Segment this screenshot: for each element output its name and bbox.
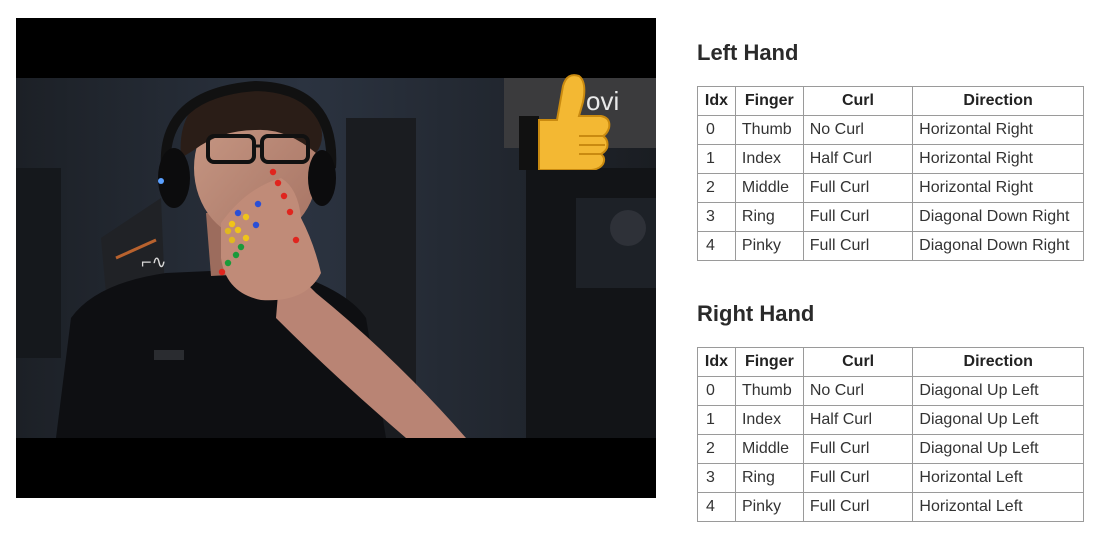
table-header-row: Idx Finger Curl Direction bbox=[697, 347, 1084, 377]
table-header-row: Idx Finger Curl Direction bbox=[697, 86, 1084, 116]
cell-finger: Thumb bbox=[734, 376, 804, 406]
cell-curl: Full Curl bbox=[802, 173, 914, 203]
cell-finger: Middle bbox=[734, 173, 804, 203]
cell-curl: Half Curl bbox=[802, 405, 914, 435]
cell-idx: 2 bbox=[697, 434, 736, 464]
cell-idx: 1 bbox=[697, 405, 736, 435]
cell-curl: Full Curl bbox=[802, 231, 914, 261]
cell-idx: 1 bbox=[697, 144, 736, 174]
cell-finger: Pinky bbox=[734, 492, 804, 522]
cell-idx: 2 bbox=[697, 173, 736, 203]
cell-finger: Middle bbox=[734, 434, 804, 464]
cell-direction: Horizontal Right bbox=[912, 144, 1084, 174]
column-header-direction: Direction bbox=[912, 347, 1084, 377]
column-header-finger: Finger bbox=[734, 347, 804, 377]
cell-direction: Horizontal Left bbox=[912, 463, 1084, 493]
cell-direction: Horizontal Right bbox=[912, 115, 1084, 145]
cell-finger: Index bbox=[734, 144, 804, 174]
cell-direction: Horizontal Right bbox=[912, 173, 1084, 203]
table-row: 3 Ring Full Curl Horizontal Left bbox=[697, 463, 1084, 493]
table-row: 4 Pinky Full Curl Horizontal Left bbox=[697, 492, 1084, 522]
cell-curl: Full Curl bbox=[802, 434, 914, 464]
right-hand-title: Right Hand bbox=[697, 301, 815, 326]
table-row: 3 Ring Full Curl Diagonal Down Right bbox=[697, 202, 1084, 232]
column-header-direction: Direction bbox=[912, 86, 1084, 116]
cell-direction: Diagonal Up Left bbox=[912, 434, 1084, 464]
cell-curl: No Curl bbox=[802, 115, 914, 145]
cell-curl: Full Curl bbox=[802, 202, 914, 232]
cell-curl: Half Curl bbox=[802, 144, 914, 174]
webcam-video: ovi ⌐∿ bbox=[16, 18, 656, 498]
table-row: 2 Middle Full Curl Horizontal Right bbox=[697, 173, 1084, 203]
column-header-idx: Idx bbox=[697, 86, 736, 116]
left-hand-table: Idx Finger Curl Direction 0 Thumb No Cur… bbox=[697, 86, 1084, 261]
table-row: 0 Thumb No Curl Diagonal Up Left bbox=[697, 376, 1084, 406]
right-hand-table: Idx Finger Curl Direction 0 Thumb No Cur… bbox=[697, 347, 1084, 522]
cell-curl: No Curl bbox=[802, 376, 914, 406]
cell-idx: 3 bbox=[697, 463, 736, 493]
column-header-idx: Idx bbox=[697, 347, 736, 377]
cell-direction: Horizontal Left bbox=[912, 492, 1084, 522]
table-row: 1 Index Half Curl Horizontal Right bbox=[697, 144, 1084, 174]
cell-finger: Index bbox=[734, 405, 804, 435]
table-row: 1 Index Half Curl Diagonal Up Left bbox=[697, 405, 1084, 435]
table-row: 4 Pinky Full Curl Diagonal Down Right bbox=[697, 231, 1084, 261]
cell-finger: Thumb bbox=[734, 115, 804, 145]
cell-finger: Ring bbox=[734, 202, 804, 232]
svg-text:⌐∿: ⌐∿ bbox=[141, 252, 167, 272]
cell-finger: Ring bbox=[734, 463, 804, 493]
column-header-curl: Curl bbox=[802, 86, 914, 116]
column-header-curl: Curl bbox=[802, 347, 914, 377]
table-row: 2 Middle Full Curl Diagonal Up Left bbox=[697, 434, 1084, 464]
cell-direction: Diagonal Down Right bbox=[912, 231, 1084, 261]
cell-direction: Diagonal Down Right bbox=[912, 202, 1084, 232]
cell-direction: Diagonal Up Left bbox=[912, 376, 1084, 406]
cell-curl: Full Curl bbox=[802, 492, 914, 522]
thumbs-up-icon bbox=[519, 74, 611, 170]
cell-idx: 3 bbox=[697, 202, 736, 232]
cell-idx: 0 bbox=[697, 115, 736, 145]
cell-direction: Diagonal Up Left bbox=[912, 405, 1084, 435]
column-header-finger: Finger bbox=[734, 86, 804, 116]
cell-idx: 4 bbox=[697, 231, 736, 261]
table-row: 0 Thumb No Curl Horizontal Right bbox=[697, 115, 1084, 145]
cell-idx: 4 bbox=[697, 492, 736, 522]
cell-finger: Pinky bbox=[734, 231, 804, 261]
cell-curl: Full Curl bbox=[802, 463, 914, 493]
left-hand-title: Left Hand bbox=[697, 40, 799, 65]
cell-idx: 0 bbox=[697, 376, 736, 406]
